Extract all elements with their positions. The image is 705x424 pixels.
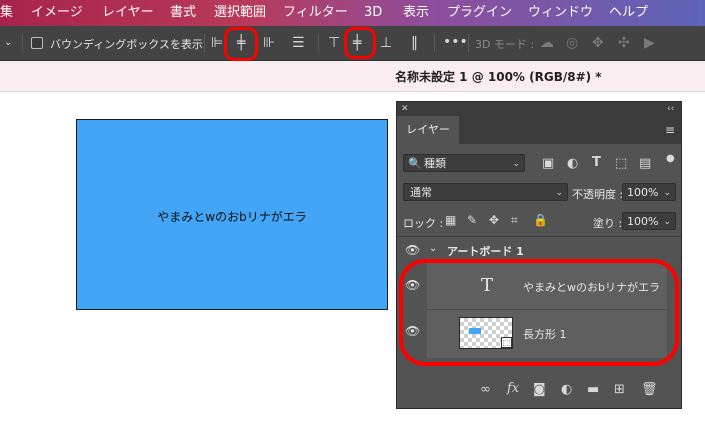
annotation-oval bbox=[399, 259, 679, 366]
3d-mode-label: 3D モード : bbox=[475, 38, 535, 51]
opacity-field[interactable]: 100% ⌄ bbox=[622, 183, 676, 201]
canvas-text-layer[interactable]: やまみとwのおbリナがエラ bbox=[77, 208, 387, 225]
visibility-eye-icon[interactable]: 👁 bbox=[405, 244, 420, 256]
search-icon: 🔍 bbox=[408, 157, 422, 170]
roll-3d-icon[interactable]: ◎ bbox=[566, 36, 578, 50]
artboard-rectangle[interactable]: やまみとwのおbリナがエラ bbox=[76, 119, 388, 310]
menu-view[interactable]: 表示 bbox=[403, 0, 429, 26]
chevron-down-icon[interactable]: ⌄ bbox=[429, 243, 437, 255]
collapse-icon[interactable]: ‹‹ bbox=[667, 105, 674, 114]
fill-value: 100% bbox=[627, 215, 659, 228]
bounding-box-label: バウンディングボックスを表示 bbox=[50, 38, 203, 51]
lock-position-icon[interactable]: ✥ bbox=[489, 214, 499, 227]
orbit-3d-icon[interactable]: ☁ bbox=[540, 36, 554, 50]
close-icon[interactable]: ✕ bbox=[401, 105, 409, 114]
smart-object-filter-icon[interactable]: ▤ bbox=[639, 157, 651, 170]
divider bbox=[22, 34, 23, 52]
slide-3d-icon[interactable]: ✣ bbox=[618, 36, 630, 50]
divider bbox=[204, 34, 205, 52]
adjustment-layer-icon[interactable]: ◐ bbox=[561, 383, 572, 396]
menu-layer[interactable]: レイヤー bbox=[102, 0, 154, 26]
lock-transparent-icon[interactable]: ▦ bbox=[445, 214, 456, 227]
divider bbox=[468, 34, 469, 52]
menu-bar: 集 イメージ レイヤー 書式 選択範囲 フィルター 3D 表示 プラグイン ウィ… bbox=[0, 0, 705, 26]
divider bbox=[318, 34, 319, 52]
menu-3d[interactable]: 3D bbox=[364, 0, 382, 26]
add-mask-icon[interactable]: ◙ bbox=[533, 383, 546, 396]
opacity-value: 100% bbox=[627, 186, 659, 199]
annotation-circle bbox=[344, 27, 376, 59]
filter-toggle-icon[interactable]: ● bbox=[666, 152, 675, 165]
menu-plugins[interactable]: プラグイン bbox=[447, 0, 512, 26]
link-layers-icon[interactable]: ∞ bbox=[480, 383, 491, 396]
layer-filter-select[interactable]: 🔍 種類 ⌄ bbox=[403, 154, 525, 172]
fx-icon[interactable]: fx bbox=[507, 382, 519, 395]
fill-field[interactable]: 100% ⌄ bbox=[622, 212, 676, 230]
new-group-folder-icon[interactable]: ▬ bbox=[587, 383, 599, 396]
chevron-down-icon: ⌄ bbox=[512, 159, 520, 169]
align-bottom-edges-icon[interactable]: ⊥ bbox=[380, 36, 392, 50]
blend-mode-select[interactable]: 通常 ⌄ bbox=[403, 183, 568, 201]
panel-tab-row: レイヤー ≡ bbox=[397, 116, 681, 144]
lock-all-icon[interactable]: 🔒 bbox=[533, 214, 548, 227]
pixel-filter-icon[interactable]: ▣ bbox=[542, 157, 554, 170]
chevron-down-icon[interactable]: ⌄ bbox=[4, 36, 12, 50]
blend-mode-value: 通常 bbox=[410, 186, 432, 199]
menu-help[interactable]: ヘルプ bbox=[609, 0, 648, 26]
menu-type[interactable]: 書式 bbox=[170, 0, 196, 26]
align-right-edges-icon[interactable]: ⊪ bbox=[263, 36, 275, 50]
distribute-icon[interactable]: ☰ bbox=[292, 36, 305, 50]
chevron-down-icon: ⌄ bbox=[663, 188, 671, 198]
opacity-label: 不透明度 : bbox=[572, 188, 624, 201]
new-layer-icon[interactable]: ⊞ bbox=[614, 383, 625, 396]
fill-label: 塗り : bbox=[593, 217, 623, 230]
trash-icon[interactable]: 🗑 bbox=[641, 383, 658, 396]
pan-3d-icon[interactable]: ✥ bbox=[592, 36, 604, 50]
shape-filter-icon[interactable]: ⬚ bbox=[615, 157, 627, 170]
distribute-vertical-icon[interactable]: ‖ bbox=[411, 36, 418, 50]
panel-footer: ∞ fx ◙ ◐ ▬ ⊞ 🗑 bbox=[397, 372, 681, 408]
lock-label: ロック : bbox=[403, 217, 444, 230]
type-filter-icon[interactable]: T bbox=[592, 156, 601, 169]
menu-image[interactable]: イメージ bbox=[31, 0, 83, 26]
chevron-down-icon: ⌄ bbox=[555, 188, 563, 198]
divider bbox=[434, 34, 435, 52]
adjustment-filter-icon[interactable]: ◐ bbox=[567, 157, 578, 170]
align-left-edges-icon[interactable]: ⊫ bbox=[211, 36, 223, 50]
camera-3d-icon[interactable]: ▶ bbox=[644, 36, 655, 50]
document-tab-bar: 名称未設定 1 @ 100% (RGB/8#) * bbox=[0, 61, 705, 92]
more-options-icon[interactable]: ••• bbox=[443, 35, 468, 49]
align-top-edges-icon[interactable]: ⊤ bbox=[328, 36, 340, 50]
panel-header: ✕ ‹‹ bbox=[397, 102, 681, 116]
lock-image-icon[interactable]: ✎ bbox=[467, 214, 477, 227]
menu-select[interactable]: 選択範囲 bbox=[214, 0, 266, 26]
menu-filter[interactable]: フィルター bbox=[283, 0, 348, 26]
menu-edit[interactable]: 集 bbox=[0, 0, 13, 26]
annotation-circle bbox=[224, 27, 258, 61]
chevron-down-icon: ⌄ bbox=[663, 217, 671, 227]
bounding-box-checkbox[interactable] bbox=[31, 37, 43, 49]
document-tab[interactable]: 名称未設定 1 @ 100% (RGB/8#) * bbox=[395, 68, 602, 85]
menu-window[interactable]: ウィンドウ bbox=[528, 0, 593, 26]
filter-value: 種類 bbox=[424, 157, 446, 170]
lock-artboard-icon[interactable]: ⌗ bbox=[511, 214, 518, 227]
panel-menu-icon[interactable]: ≡ bbox=[665, 124, 675, 137]
tab-layers[interactable]: レイヤー bbox=[397, 116, 459, 144]
group-name: アートボード 1 bbox=[447, 245, 524, 258]
